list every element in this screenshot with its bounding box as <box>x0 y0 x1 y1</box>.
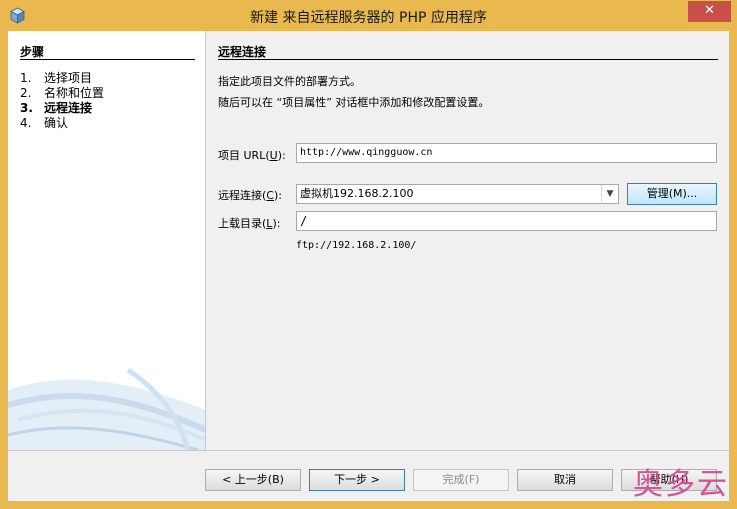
wizard-decoration-graphic <box>8 367 205 450</box>
finish-button[interactable]: 完成(F) <box>413 469 509 491</box>
steps-title: 步骤 <box>20 45 45 59</box>
next-button[interactable]: 下一步 > <box>309 469 405 491</box>
steps-list: 1. 选择项目 2. 名称和位置 3. 远程连接 4. 确认 <box>20 71 104 131</box>
page-title: 远程连接 <box>218 45 267 59</box>
project-url-label: 项目 URL(U): <box>218 149 286 162</box>
step-item-current: 3. 远程连接 <box>20 101 93 115</box>
chevron-down-icon[interactable]: ▼ <box>601 185 618 203</box>
button-bar-divider <box>8 450 729 451</box>
back-button[interactable]: < 上一步(B) <box>205 469 301 491</box>
steps-divider <box>20 59 195 60</box>
description-line-2: 随后可以在 “项目属性” 对话框中添加和修改配置设置。 <box>218 96 490 109</box>
remote-connection-select[interactable]: 虚拟机192.168.2.100 ▼ <box>296 184 619 204</box>
manage-button[interactable]: 管理(M)... <box>627 183 717 205</box>
upload-directory-label: 上载目录(L): <box>218 217 281 230</box>
title-bar[interactable]: 新建 来自远程服务器的 PHP 应用程序 ✕ <box>0 0 737 31</box>
project-url-input[interactable]: http://www.qingguow.cn <box>296 143 717 163</box>
watermark-logo-text: 奥多云 <box>633 467 729 502</box>
cancel-button[interactable]: 取消 <box>517 469 613 491</box>
window-title: 新建 来自远程服务器的 PHP 应用程序 <box>250 10 487 26</box>
step-item: 1. 选择项目 <box>20 71 93 85</box>
wizard-client: 步骤 1. 选择项目 2. 名称和位置 3. 远程连接 4. 确认 远程连接 指定此项目… <box>8 31 729 501</box>
remote-connection-value: 虚拟机192.168.2.100 <box>300 187 414 200</box>
steps-panel: 步骤 1. 选择项目 2. 名称和位置 3. 远程连接 4. 确认 <box>8 31 206 450</box>
description-line-1: 指定此项目文件的部署方式。 <box>218 75 361 88</box>
remote-connection-label: 远程连接(C): <box>218 189 282 202</box>
main-panel: 远程连接 指定此项目文件的部署方式。 随后可以在 “项目属性” 对话框中添加和修… <box>218 31 729 450</box>
step-item: 2. 名称和位置 <box>20 86 105 100</box>
upload-directory-input[interactable]: / <box>296 211 717 231</box>
upload-url-hint: ftp://192.168.2.100/ <box>296 240 417 251</box>
close-button[interactable]: ✕ <box>688 1 731 22</box>
step-item: 4. 确认 <box>20 116 69 130</box>
page-title-divider <box>218 59 718 60</box>
wizard-window: 新建 来自远程服务器的 PHP 应用程序 ✕ 步骤 1. 选择项目 2. 名称和位置… <box>0 0 737 509</box>
